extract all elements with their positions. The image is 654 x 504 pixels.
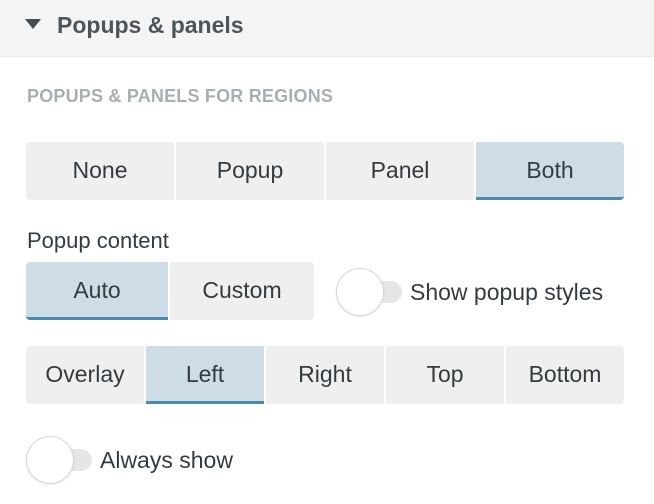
always-show-toggle[interactable]: [26, 436, 92, 484]
toggle-knob: [26, 436, 74, 484]
show-popup-styles-label[interactable]: Show popup styles: [410, 279, 603, 306]
position-option-left[interactable]: Left: [146, 346, 264, 404]
content-option-auto[interactable]: Auto: [26, 262, 168, 320]
popup-content-segmented-control: Auto Custom: [26, 262, 314, 320]
mode-option-both[interactable]: Both: [476, 142, 624, 200]
position-option-overlay[interactable]: Overlay: [26, 346, 144, 404]
popups-panels-section: Popups & panels POPUPS & PANELS FOR REGI…: [0, 0, 654, 504]
region-mode-segmented-control: None Popup Panel Both: [26, 142, 624, 200]
content-option-custom[interactable]: Custom: [170, 262, 314, 320]
always-show-label[interactable]: Always show: [100, 447, 233, 474]
position-option-bottom[interactable]: Bottom: [506, 346, 624, 404]
panel-position-segmented-control: Overlay Left Right Top Bottom: [26, 346, 624, 404]
caret-down-icon[interactable]: [25, 19, 41, 29]
regions-subheading: POPUPS & PANELS FOR REGIONS: [27, 86, 334, 106]
mode-option-popup[interactable]: Popup: [176, 142, 324, 200]
section-title: Popups & panels: [57, 12, 244, 38]
mode-option-panel[interactable]: Panel: [326, 142, 474, 200]
mode-option-none[interactable]: None: [26, 142, 174, 200]
section-header-popups-panels[interactable]: Popups & panels: [0, 0, 654, 57]
position-option-right[interactable]: Right: [266, 346, 384, 404]
position-option-top[interactable]: Top: [386, 346, 504, 404]
show-popup-styles-toggle[interactable]: [336, 268, 402, 316]
toggle-knob: [336, 268, 384, 316]
popup-content-label: Popup content: [27, 228, 169, 253]
